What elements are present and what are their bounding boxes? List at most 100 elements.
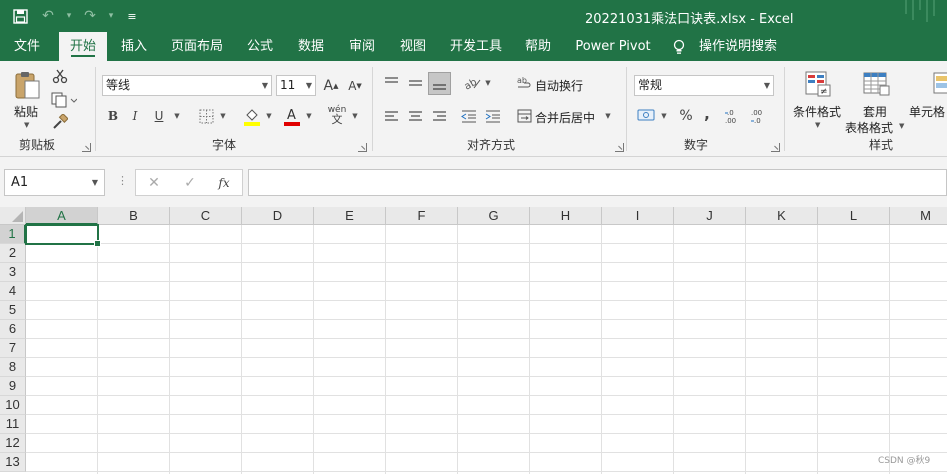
align-center-icon[interactable] [405,106,425,126]
accounting-dropdown-icon[interactable]: ▼ [659,106,669,126]
chevron-down-icon[interactable]: ▼ [764,76,770,95]
format-as-table-label-1[interactable]: 套用 [863,103,887,120]
cut-icon[interactable] [50,67,70,85]
increase-font-icon[interactable]: A ▲ [322,75,340,96]
row-header[interactable]: 5 [0,301,26,320]
row-header[interactable]: 4 [0,282,26,301]
number-launcher-icon[interactable] [771,143,780,152]
tab-home[interactable]: 开始 [59,32,107,61]
orientation-dropdown-icon[interactable]: ▼ [483,73,493,93]
insert-function-button[interactable]: fx [214,174,234,192]
column-header[interactable]: G [458,207,530,225]
redo-icon[interactable]: ↷ [78,5,102,27]
select-all-button[interactable] [0,207,26,225]
chevron-down-icon[interactable]: ▼ [306,76,312,95]
format-painter-icon[interactable] [50,113,70,131]
decrease-indent-icon[interactable] [459,106,479,126]
column-header[interactable]: M [890,207,947,225]
tab-developer[interactable]: 开发工具 [444,32,508,61]
increase-indent-icon[interactable] [483,106,503,126]
cell-styles-icon[interactable] [931,69,947,99]
tab-insert[interactable]: 插入 [112,32,156,61]
phonetic-dropdown-icon[interactable]: ▼ [350,106,360,126]
align-bottom-icon[interactable] [428,72,451,95]
row-header[interactable]: 8 [0,358,26,377]
fill-color-dropdown-icon[interactable]: ▼ [264,106,274,126]
fill-color-icon[interactable] [242,105,262,127]
align-top-icon[interactable] [381,73,401,93]
row-header[interactable]: 10 [0,396,26,415]
font-color-dropdown-icon[interactable]: ▼ [304,106,314,126]
comma-button[interactable]: , [699,104,715,124]
lightbulb-icon[interactable] [672,32,686,61]
decrease-decimal-icon[interactable]: .00.0 [749,105,771,127]
undo-icon[interactable]: ↶ [36,5,60,27]
formula-input[interactable] [248,169,947,196]
wrap-text-button[interactable]: 自动换行 [535,77,583,94]
column-header[interactable]: C [170,207,242,225]
row-header[interactable]: 12 [0,434,26,453]
column-header[interactable]: K [746,207,818,225]
enter-icon[interactable]: ✓ [180,174,200,192]
tab-review[interactable]: 审阅 [340,32,384,61]
column-header[interactable]: I [602,207,674,225]
format-table-dropdown-icon[interactable]: ▼ [899,122,904,130]
row-header[interactable]: 6 [0,320,26,339]
alignment-launcher-icon[interactable] [615,143,624,152]
row-header[interactable]: 1 [0,225,26,244]
row-header[interactable]: 7 [0,339,26,358]
italic-button[interactable]: I [126,106,144,126]
chevron-down-icon[interactable]: ▼ [262,76,268,95]
tell-me-search[interactable]: 操作说明搜索 [698,32,778,61]
wrap-text-icon[interactable]: ab [515,73,533,93]
font-size-combo[interactable]: 11 ▼ [276,75,316,96]
merge-center-icon[interactable] [515,106,533,126]
column-header[interactable]: J [674,207,746,225]
decrease-font-icon[interactable]: A ▼ [346,75,364,96]
merge-center-button[interactable]: 合并后居中 [535,109,595,126]
save-icon[interactable] [8,5,32,27]
orientation-icon[interactable]: ab [461,73,483,93]
formula-bar-resize-handle[interactable]: ⋮ [117,174,128,187]
paste-dropdown-icon[interactable]: ▼ [24,121,29,129]
font-color-icon[interactable]: A [282,105,302,127]
tab-help[interactable]: 帮助 [516,32,560,61]
undo-dropdown-icon[interactable]: ▾ [64,5,74,27]
column-header[interactable]: H [530,207,602,225]
row-header[interactable]: 2 [0,244,26,263]
redo-dropdown-icon[interactable]: ▾ [106,5,116,27]
row-header[interactable]: 3 [0,263,26,282]
name-box[interactable]: A1 ▼ [4,169,105,196]
cell-styles-button[interactable]: 单元格 [909,103,945,120]
bold-button[interactable]: B [104,106,122,126]
conditional-formatting-icon[interactable]: ≠ [803,69,833,99]
merge-dropdown-icon[interactable]: ▼ [603,106,613,126]
increase-decimal-icon[interactable]: .0.00 [723,105,745,127]
paste-button[interactable]: 粘贴 [14,103,38,120]
row-header[interactable]: 11 [0,415,26,434]
conditional-formatting-button[interactable]: 条件格式 [793,103,841,120]
tab-power-pivot[interactable]: Power Pivot [572,32,654,61]
font-launcher-icon[interactable] [358,143,367,152]
conditional-dropdown-icon[interactable]: ▼ [815,121,820,129]
clipboard-launcher-icon[interactable] [82,143,91,152]
underline-button[interactable]: U [150,106,168,126]
column-header[interactable]: A [26,207,98,225]
tab-page-layout[interactable]: 页面布局 [166,32,228,61]
format-as-table-button[interactable]: 表格格式 [845,119,893,136]
tab-view[interactable]: 视图 [391,32,435,61]
align-middle-icon[interactable] [405,73,425,93]
column-header[interactable]: B [98,207,170,225]
copy-icon[interactable] [50,91,78,109]
chevron-down-icon[interactable]: ▼ [92,170,98,195]
column-header[interactable]: L [818,207,890,225]
tab-formulas[interactable]: 公式 [238,32,282,61]
row-header[interactable]: 13 [0,453,26,472]
row-header[interactable]: 9 [0,377,26,396]
column-header[interactable]: E [314,207,386,225]
column-header[interactable]: F [386,207,458,225]
column-header[interactable]: D [242,207,314,225]
align-left-icon[interactable] [381,106,401,126]
phonetic-guide-icon[interactable]: wén 文 [326,103,348,127]
font-name-combo[interactable]: 等线 ▼ [102,75,272,96]
